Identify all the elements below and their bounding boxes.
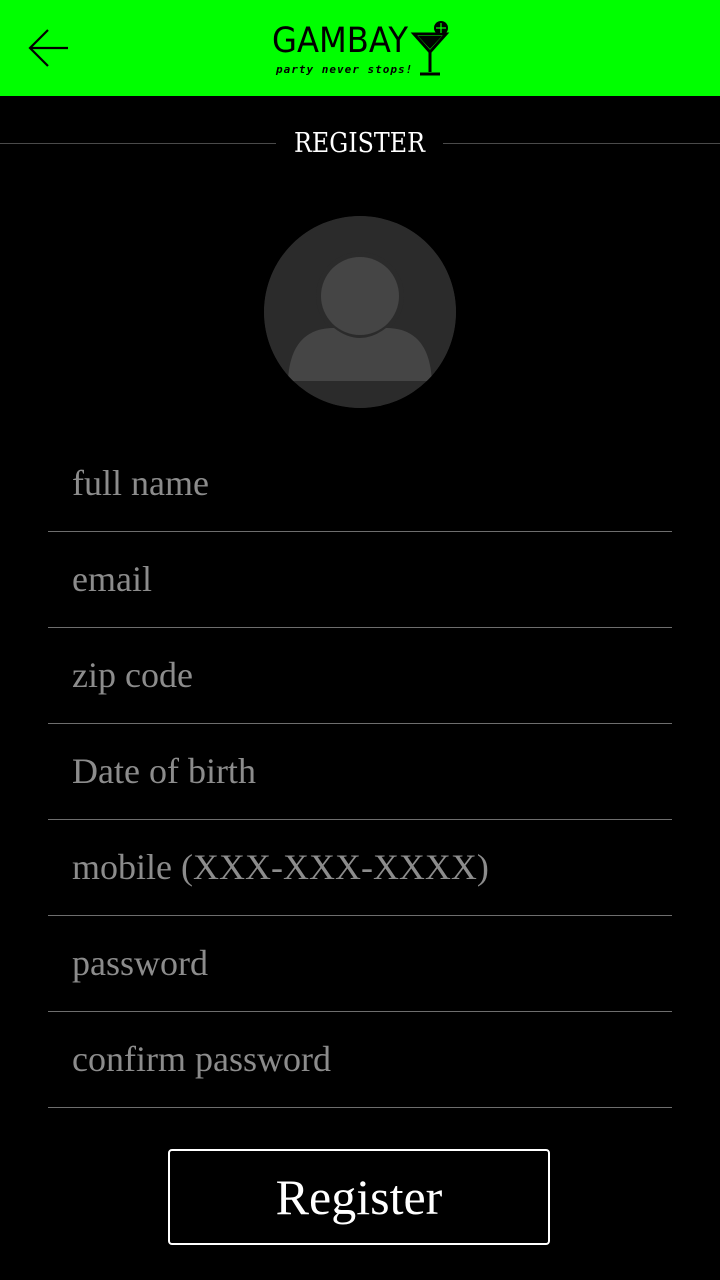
confirm-password-field [48, 1012, 672, 1108]
gambay-logo: GAMBAY party never stops! [268, 16, 452, 80]
email-input[interactable] [48, 532, 672, 627]
page-title: REGISTER [294, 128, 425, 159]
zip-code-field [48, 628, 672, 724]
title-divider-right [443, 143, 720, 144]
mobile-field [48, 820, 672, 916]
person-placeholder-icon [264, 216, 456, 408]
logo-tagline: party never stops! [276, 63, 414, 76]
zip-code-input[interactable] [48, 628, 672, 723]
mobile-input[interactable] [48, 820, 672, 915]
top-app-bar: GAMBAY party never stops! [0, 0, 720, 96]
avatar-upload[interactable] [264, 216, 456, 408]
password-field [48, 916, 672, 1012]
date-of-birth-input[interactable] [48, 724, 672, 819]
back-button[interactable] [26, 26, 72, 70]
full-name-input[interactable] [48, 436, 672, 531]
cocktail-glass-icon [410, 21, 450, 76]
password-input[interactable] [48, 916, 672, 1011]
arrow-left-icon [28, 29, 68, 67]
confirm-password-input[interactable] [48, 1012, 672, 1107]
logo-wordmark: GAMBAY [272, 21, 409, 61]
title-divider-left [0, 143, 276, 144]
register-button[interactable]: Register [168, 1149, 550, 1245]
email-field [48, 532, 672, 628]
date-of-birth-field [48, 724, 672, 820]
full-name-field [48, 436, 672, 532]
